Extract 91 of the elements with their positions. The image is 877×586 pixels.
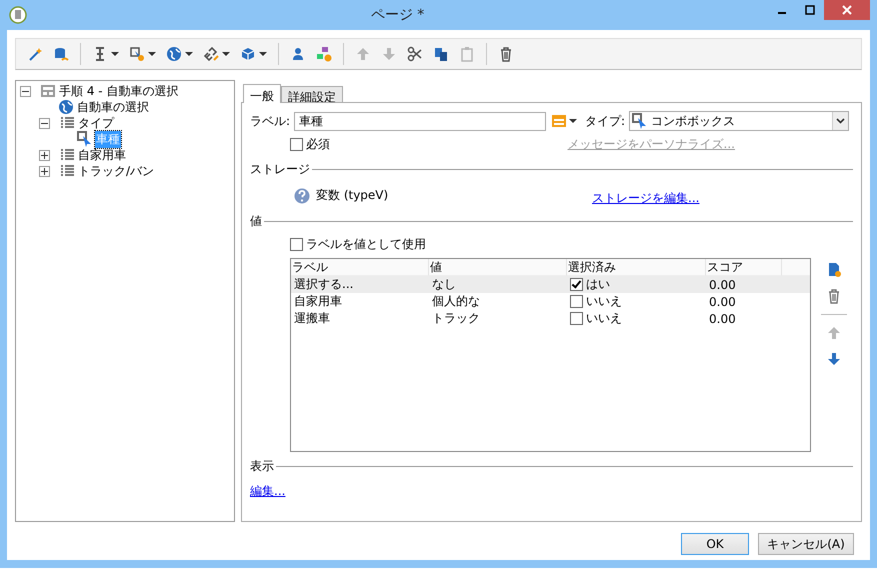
list-icon	[59, 115, 75, 131]
table-cell: 0.00	[706, 276, 782, 293]
table-cell	[782, 276, 810, 293]
type-dropdown[interactable]: コンボボックス	[629, 111, 850, 131]
checkbox-label: 必須	[306, 136, 330, 153]
expand-toggle[interactable]	[39, 166, 50, 176]
down-arrow-icon	[381, 46, 397, 62]
magic-wand-icon	[27, 46, 43, 62]
person-icon	[290, 46, 306, 62]
window-title: ページ *	[370, 6, 426, 24]
section-heading: 表示	[250, 458, 274, 475]
table-cell: なし	[429, 276, 567, 293]
checkbox[interactable]	[290, 138, 303, 151]
column-header[interactable]: スコア	[706, 259, 782, 276]
label-field[interactable]: 車種	[294, 112, 546, 130]
table-cell: 選択する...	[291, 276, 429, 293]
form-icon	[40, 83, 56, 99]
table-cell: いいえ	[586, 310, 622, 327]
list-icon	[59, 147, 75, 163]
chain-link-icon	[203, 46, 219, 62]
side-button[interactable]	[826, 288, 842, 304]
side-button[interactable]	[826, 262, 842, 278]
dropdown-caret-icon	[569, 119, 578, 123]
cursor-icon	[632, 113, 648, 129]
question-icon	[294, 188, 310, 204]
table-cell-text: 個人的な	[431, 293, 481, 310]
dialog-button[interactable]: キャンセル(A)	[758, 533, 854, 555]
checkbox[interactable]	[570, 312, 583, 325]
dropdown-caret-icon	[111, 52, 119, 56]
dropdown-caret-icon	[148, 52, 156, 56]
tree-item[interactable]: タイプ	[77, 114, 115, 132]
trash-icon	[826, 288, 842, 304]
insert-button[interactable]	[552, 114, 578, 128]
table-cell: はい	[586, 276, 610, 293]
section-heading: ストレージ	[250, 161, 310, 178]
close-icon	[842, 5, 852, 15]
globe-icon	[166, 46, 182, 62]
list-icon	[59, 163, 75, 179]
section-heading: 値	[250, 213, 262, 230]
scissors-icon	[407, 46, 423, 62]
table-cell-text: 0.00	[708, 294, 737, 310]
table-cell-text: トラック	[431, 310, 481, 327]
field-insert-icon	[552, 114, 566, 128]
dropdown-caret-icon	[259, 52, 267, 56]
tree-item[interactable]: 手順 4 - 自動車の選択	[58, 82, 180, 100]
variable-label: 変数 (typeV)	[316, 187, 390, 204]
tree-item[interactable]: 自家用車	[77, 146, 127, 164]
tree-item[interactable]: 自動車の選択	[76, 98, 150, 116]
column-header[interactable]: ラベル	[291, 259, 429, 276]
side-button[interactable]	[826, 351, 842, 367]
column-header	[782, 259, 810, 276]
database-icon	[53, 46, 69, 62]
edit-storage-link[interactable]: ストレージを編集...	[592, 190, 700, 207]
field-label: ラベル:	[250, 112, 290, 130]
dropdown-caret-icon	[222, 52, 230, 56]
expand-toggle[interactable]	[39, 150, 50, 160]
cursor-gear-icon	[129, 46, 145, 62]
add-document-icon	[826, 262, 842, 278]
cursor-icon	[77, 131, 93, 147]
collapse-toggle[interactable]	[20, 86, 31, 96]
table-cell-text: 自家用車	[293, 293, 343, 310]
up-arrow-icon	[355, 46, 371, 62]
shapes-add-icon	[316, 46, 332, 62]
trash-icon	[498, 46, 514, 62]
field-label: タイプ:	[585, 112, 626, 130]
close-button[interactable]	[824, 0, 870, 20]
globe-icon	[58, 99, 74, 115]
checkbox[interactable]	[570, 295, 583, 308]
table-cell-text: 運搬車	[293, 310, 331, 327]
table-cell: いいえ	[586, 293, 622, 310]
dialog-button[interactable]: OK	[681, 533, 749, 555]
minimize-icon	[778, 12, 786, 14]
down-arrow-icon	[826, 351, 842, 367]
up-arrow-icon	[826, 325, 842, 341]
chevron-down-icon	[836, 118, 846, 124]
checkbox[interactable]	[290, 238, 303, 251]
tab[interactable]: 一般	[243, 84, 281, 103]
checkbox-label: ラベルを値として使用	[306, 236, 426, 253]
column-header[interactable]: 選択済み	[567, 259, 706, 276]
dropdown-caret-icon	[185, 52, 193, 56]
column-header[interactable]: 値	[429, 259, 567, 276]
maximize-icon	[805, 5, 815, 15]
copy-icon	[433, 46, 449, 62]
checkbox[interactable]	[570, 278, 583, 291]
collapse-toggle[interactable]	[39, 118, 50, 128]
app-icon	[9, 6, 27, 24]
tree-item[interactable]: トラック/バン	[77, 162, 156, 180]
edit-link[interactable]: 編集...	[250, 484, 286, 498]
table-cell-text: 0.00	[708, 310, 737, 327]
clipboard-icon	[459, 46, 475, 62]
cube-icon	[240, 46, 256, 62]
